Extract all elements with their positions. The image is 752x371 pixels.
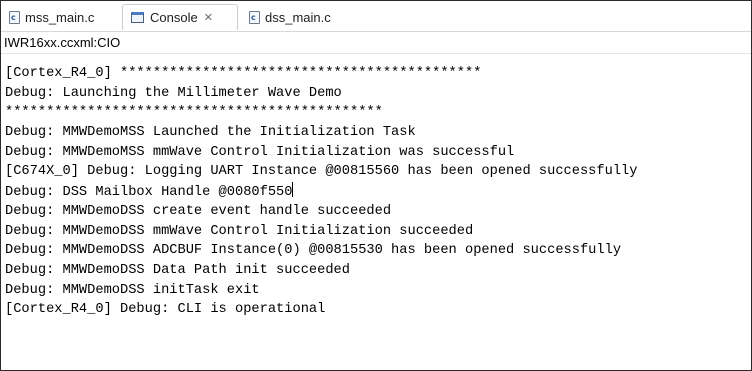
console-line: Debug: MMWDemoDSS create event handle su… — [5, 203, 392, 219]
tab-label: dss_main.c — [265, 10, 331, 25]
console-line: Debug: Launching the Millimeter Wave Dem… — [5, 85, 342, 101]
console-line: Debug: MMWDemoMSS mmWave Control Initial… — [5, 144, 515, 160]
console-output[interactable]: [Cortex_R4_0] **************************… — [1, 56, 751, 370]
console-line: Debug: MMWDemoDSS Data Path init succeed… — [5, 262, 350, 278]
console-line: ****************************************… — [5, 105, 383, 121]
editor-tab-bar: c mss_main.c Console ✕ c dss_main.c — [1, 1, 751, 32]
text-cursor — [292, 182, 294, 198]
console-line: [C674X_0] Debug: Logging UART Instance @… — [5, 164, 638, 180]
console-line: Debug: MMWDemoDSS ADCBUF Instance(0) @00… — [5, 243, 622, 259]
tab-label: mss_main.c — [25, 10, 95, 25]
console-line: [Cortex_R4_0] **************************… — [5, 66, 482, 81]
close-icon[interactable]: ✕ — [204, 11, 213, 24]
console-icon — [131, 12, 144, 23]
console-line: [Cortex_R4_0] Debug: CLI is operational — [5, 302, 326, 318]
tab-dss-main[interactable]: c dss_main.c — [245, 5, 345, 30]
console-line: Debug: MMWDemoDSS mmWave Control Initial… — [5, 223, 474, 239]
console-name: IWR16xx.ccxml:CIO — [1, 32, 751, 54]
tab-mss-main[interactable]: c mss_main.c — [5, 5, 117, 30]
console-line: Debug: MMWDemoDSS initTask exit — [5, 282, 260, 298]
c-file-icon: c — [249, 11, 260, 24]
console-view: c mss_main.c Console ✕ c dss_main.c IWR1… — [0, 0, 752, 371]
tab-console[interactable]: Console ✕ — [122, 4, 238, 30]
console-line: Debug: DSS Mailbox Handle @0080f550 — [5, 182, 751, 202]
tab-label: Console — [150, 10, 198, 25]
c-file-icon: c — [9, 11, 20, 24]
console-line: Debug: MMWDemoMSS Launched the Initializ… — [5, 125, 416, 141]
